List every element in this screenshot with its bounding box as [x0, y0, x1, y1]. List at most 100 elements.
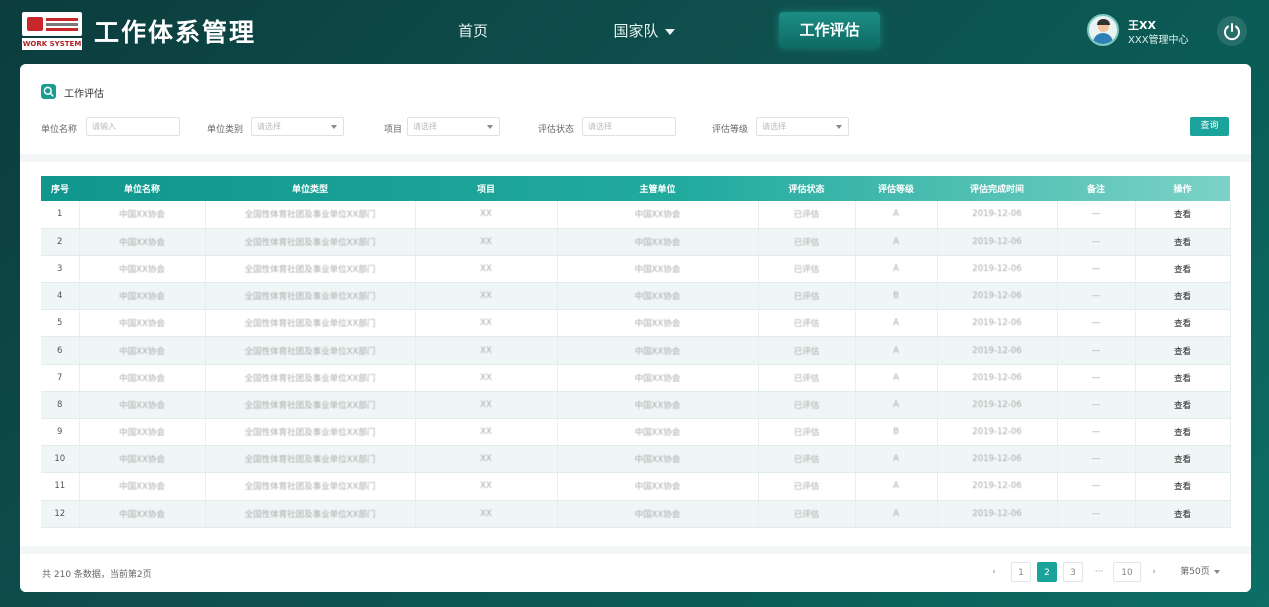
cell-project: XX [415, 255, 558, 284]
query-button[interactable]: 查询 [1190, 117, 1229, 136]
table-row: 4 中国XX协会 全国性体育社团及事业单位XX部门 XX 中国XX协会 已评估 B 2019-… [41, 282, 1231, 311]
cell-project: XX [415, 336, 558, 365]
cell-eval-grade: A [855, 500, 938, 528]
cell-index: 3 [41, 255, 80, 284]
view-button[interactable]: 查看 [1135, 364, 1231, 392]
cell-eval-status: 已评估 [758, 336, 856, 365]
view-button[interactable]: 查看 [1135, 472, 1231, 501]
table-row: 9 中国XX协会 全国性体育社团及事业单位XX部门 XX 中国XX协会 已评估 B 2019-… [41, 418, 1231, 447]
table-row: 11 中国XX协会 全国性体育社团及事业单位XX部门 XX 中国XX协会 已评估 A 2019… [41, 472, 1231, 501]
header-action: 操作 [1173, 185, 1192, 195]
view-button[interactable]: 查看 [1135, 255, 1231, 284]
project-select[interactable]: 请选择 [407, 117, 500, 136]
total-summary: 共 210 条数据，当前第2页 [42, 570, 152, 580]
page-button-1[interactable]: 1 [1011, 562, 1031, 582]
header-unit-name: 单位名称 [123, 185, 160, 195]
filter-label-eval-grade: 评估等级 [712, 125, 749, 135]
cell-eval-time: 2019-12-06 [937, 228, 1058, 256]
prev-page-button[interactable]: ‹ [984, 562, 1004, 582]
cell-note: — [1057, 255, 1136, 284]
table-row: 5 中国XX协会 全国性体育社团及事业单位XX部门 XX 中国XX协会 已评估 A 2019-… [41, 309, 1231, 338]
filter-label-unit-category: 单位类别 [207, 125, 244, 135]
cell-eval-status: 已评估 [758, 255, 856, 284]
pagination-ellipsis: ··· [1094, 567, 1104, 577]
view-button[interactable]: 查看 [1135, 336, 1231, 365]
header-owner: 主管单位 [639, 185, 676, 195]
cell-note: — [1057, 472, 1136, 501]
cell-index: 8 [41, 391, 80, 420]
cell-unit-type: 全国性体育社团及事业单位XX部门 [205, 364, 416, 392]
cell-unit-type: 全国性体育社团及事业单位XX部门 [205, 255, 416, 284]
view-button[interactable]: 查看 [1135, 418, 1231, 447]
view-button[interactable]: 查看 [1135, 445, 1231, 474]
table-row: 12 中国XX协会 全国性体育社团及事业单位XX部门 XX 中国XX协会 已评估 A 2019… [41, 500, 1231, 528]
view-button[interactable]: 查看 [1135, 228, 1231, 256]
cell-project: XX [415, 445, 558, 474]
page-button-last[interactable]: 10 [1113, 562, 1141, 582]
cell-unit-name: 中国XX协会 [79, 336, 206, 365]
nav-national-team[interactable]: 国家队 [596, 0, 692, 62]
cell-eval-time: 2019-12-06 [937, 445, 1058, 474]
cell-unit-name: 中国XX协会 [79, 309, 206, 338]
nav-work-evaluation[interactable]: 工作评估 [779, 12, 880, 48]
table-row: 7 中国XX协会 全国性体育社团及事业单位XX部门 XX 中国XX协会 已评估 A 2019-… [41, 364, 1231, 392]
cell-unit-type: 全国性体育社团及事业单位XX部门 [205, 418, 416, 447]
power-icon[interactable] [1217, 16, 1247, 46]
header-project: 项目 [476, 185, 495, 195]
app-title: 工作体系管理 [94, 18, 257, 47]
cell-eval-grade: A [855, 309, 938, 338]
view-button[interactable]: 查看 [1135, 282, 1231, 311]
cell-eval-status: 已评估 [758, 391, 856, 420]
cell-unit-name: 中国XX协会 [79, 500, 206, 528]
cell-owner: 中国XX协会 [557, 418, 759, 447]
header-eval-status: 评估状态 [788, 185, 825, 195]
cell-note: — [1057, 418, 1136, 447]
avatar[interactable] [1087, 14, 1119, 46]
cell-eval-status: 已评估 [758, 282, 856, 311]
unit-category-select[interactable]: 请选择 [251, 117, 344, 136]
cell-owner: 中国XX协会 [557, 391, 759, 420]
cell-eval-grade: A [855, 391, 938, 420]
cell-unit-type: 全国性体育社团及事业单位XX部门 [205, 336, 416, 365]
logo-text: WORK SYSTEM [22, 38, 82, 50]
view-button[interactable]: 查看 [1135, 309, 1231, 338]
cell-owner: 中国XX协会 [557, 445, 759, 474]
cell-index: 10 [41, 445, 80, 474]
nav-home[interactable]: 首页 [440, 0, 506, 62]
cell-eval-time: 2019-12-06 [937, 472, 1058, 501]
cell-unit-name: 中国XX协会 [79, 228, 206, 256]
logo: WORK SYSTEM [22, 12, 82, 50]
user-org: XXX管理中心 [1128, 35, 1189, 46]
unit-name-input[interactable]: 请输入 [86, 117, 180, 136]
table-header-row: 序号 单位名称 单位类型 项目 主管单位 评估状态 评估等级 评估完成时间 备注… [41, 176, 1230, 201]
cell-unit-name: 中国XX协会 [79, 364, 206, 392]
cell-eval-time: 2019-12-06 [937, 418, 1058, 447]
cell-index: 11 [41, 472, 80, 501]
filter-label-unit-name: 单位名称 [41, 125, 78, 135]
cell-project: XX [415, 364, 558, 392]
eval-status-input[interactable]: 请选择 [582, 117, 676, 136]
cell-unit-type: 全国性体育社团及事业单位XX部门 [205, 500, 416, 528]
nav-national-team-label: 国家队 [613, 22, 659, 40]
page-size-select[interactable]: 第50页 [1175, 562, 1225, 582]
cell-owner: 中国XX协会 [557, 500, 759, 528]
header-eval-grade: 评估等级 [877, 185, 914, 195]
page-button-2[interactable]: 2 [1037, 562, 1057, 582]
cell-owner: 中国XX协会 [557, 309, 759, 338]
cell-eval-status: 已评估 [758, 500, 856, 528]
cell-owner: 中国XX协会 [557, 228, 759, 256]
cell-note: — [1057, 445, 1136, 474]
view-button[interactable]: 查看 [1135, 500, 1231, 528]
view-button[interactable]: 查看 [1135, 201, 1231, 229]
view-button[interactable]: 查看 [1135, 391, 1231, 420]
next-page-button[interactable]: › [1144, 562, 1164, 582]
cell-project: XX [415, 282, 558, 311]
page-button-3[interactable]: 3 [1063, 562, 1083, 582]
main-card: 工作评估 单位名称 请输入 单位类别 请选择 项目 请选择 评估状态 请选择 评… [20, 64, 1251, 592]
table-row: 3 中国XX协会 全国性体育社团及事业单位XX部门 XX 中国XX协会 已评估 A 2019-… [41, 255, 1231, 284]
cell-index: 2 [41, 228, 80, 256]
filter-label-eval-status: 评估状态 [538, 125, 575, 135]
eval-grade-select[interactable]: 请选择 [756, 117, 849, 136]
cell-note: — [1057, 336, 1136, 365]
table-row: 10 中国XX协会 全国性体育社团及事业单位XX部门 XX 中国XX协会 已评估 A 2019… [41, 445, 1231, 474]
